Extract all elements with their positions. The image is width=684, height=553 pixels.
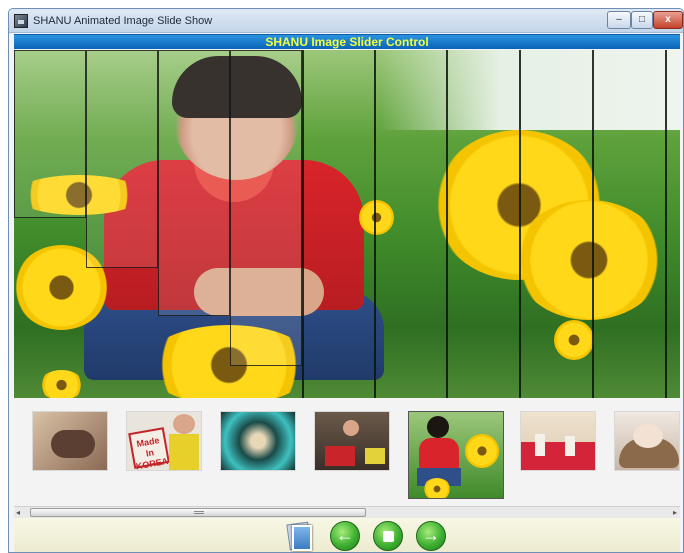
- slice-divider: [446, 50, 448, 398]
- scroll-left-arrow-icon[interactable]: ◂: [16, 508, 20, 517]
- app-icon: [14, 14, 28, 28]
- photo-front: [292, 525, 312, 551]
- thumb-sign-line2: KOREA: [135, 455, 169, 471]
- previous-button[interactable]: ←: [330, 521, 360, 551]
- thumb-toy: [365, 448, 385, 464]
- transition-block: [158, 50, 230, 316]
- slice-divider: [519, 50, 521, 398]
- slider-header: SHANU Image Slider Control: [14, 34, 680, 49]
- main-slide-image: [14, 50, 680, 398]
- thumb-kid: [565, 436, 575, 456]
- close-button[interactable]: x: [653, 11, 683, 29]
- thumbnail-kaleidoscope[interactable]: [220, 411, 296, 471]
- thumb-face: [343, 420, 359, 436]
- thumbnail-child-toys[interactable]: [314, 411, 390, 471]
- maximize-button[interactable]: □: [631, 11, 653, 29]
- slider-title: SHANU Image Slider Control: [265, 35, 429, 49]
- scroll-right-arrow-icon[interactable]: ▸: [673, 508, 677, 517]
- thumb-face: [173, 414, 195, 434]
- yellow-flower: [554, 320, 594, 360]
- thumbnail-baby-blanket[interactable]: [32, 411, 108, 471]
- transition-block: [14, 50, 86, 218]
- scroll-grip-icon: [194, 511, 204, 514]
- next-button[interactable]: →: [416, 521, 446, 551]
- thumbnail-child-flowers[interactable]: [408, 411, 504, 499]
- slice-divider: [665, 50, 667, 398]
- background-sky: [380, 50, 680, 130]
- scrollbar-thumb[interactable]: [30, 508, 366, 517]
- thumb-flower: [465, 434, 499, 468]
- thumb-baby: [633, 424, 663, 448]
- yellow-flower: [359, 200, 394, 235]
- photo-stack-icon[interactable]: [284, 521, 314, 552]
- thumb-sign-line1: Made In: [135, 435, 161, 459]
- horizontal-scrollbar[interactable]: ◂ ▸: [14, 506, 680, 518]
- window-title: SHANU Animated Image Slide Show: [33, 15, 213, 27]
- yellow-flower: [514, 200, 664, 320]
- playback-controls: ← →: [14, 518, 680, 552]
- thumbnail-baby-basket[interactable]: [614, 411, 680, 471]
- thumbnail-kids-room[interactable]: [520, 411, 596, 471]
- thumb-shirt: [419, 438, 459, 470]
- stop-button[interactable]: [373, 521, 403, 551]
- transition-block: [86, 50, 158, 268]
- title-bar[interactable]: SHANU Animated Image Slide Show – □ x: [9, 9, 683, 33]
- minimize-button[interactable]: –: [607, 11, 631, 29]
- transition-block: [230, 50, 302, 366]
- thumb-floor: [521, 442, 595, 470]
- thumbnail-made-in-korea[interactable]: Made In KOREA: [126, 411, 202, 471]
- thumb-hair: [427, 416, 449, 438]
- thumb-flower: [423, 478, 451, 498]
- thumb-sign: Made In KOREA: [128, 427, 170, 471]
- slice-divider: [592, 50, 594, 398]
- yellow-flower: [39, 370, 84, 398]
- slice-divider: [374, 50, 376, 398]
- slice-divider: [302, 50, 304, 398]
- thumb-figure: [51, 430, 95, 458]
- app-window: SHANU Animated Image Slide Show – □ x SH…: [8, 8, 684, 553]
- thumb-toy: [325, 446, 355, 466]
- thumb-shirt: [169, 434, 199, 470]
- thumb-kid: [535, 434, 545, 456]
- thumbnail-strip: Made In KOREA: [14, 398, 680, 506]
